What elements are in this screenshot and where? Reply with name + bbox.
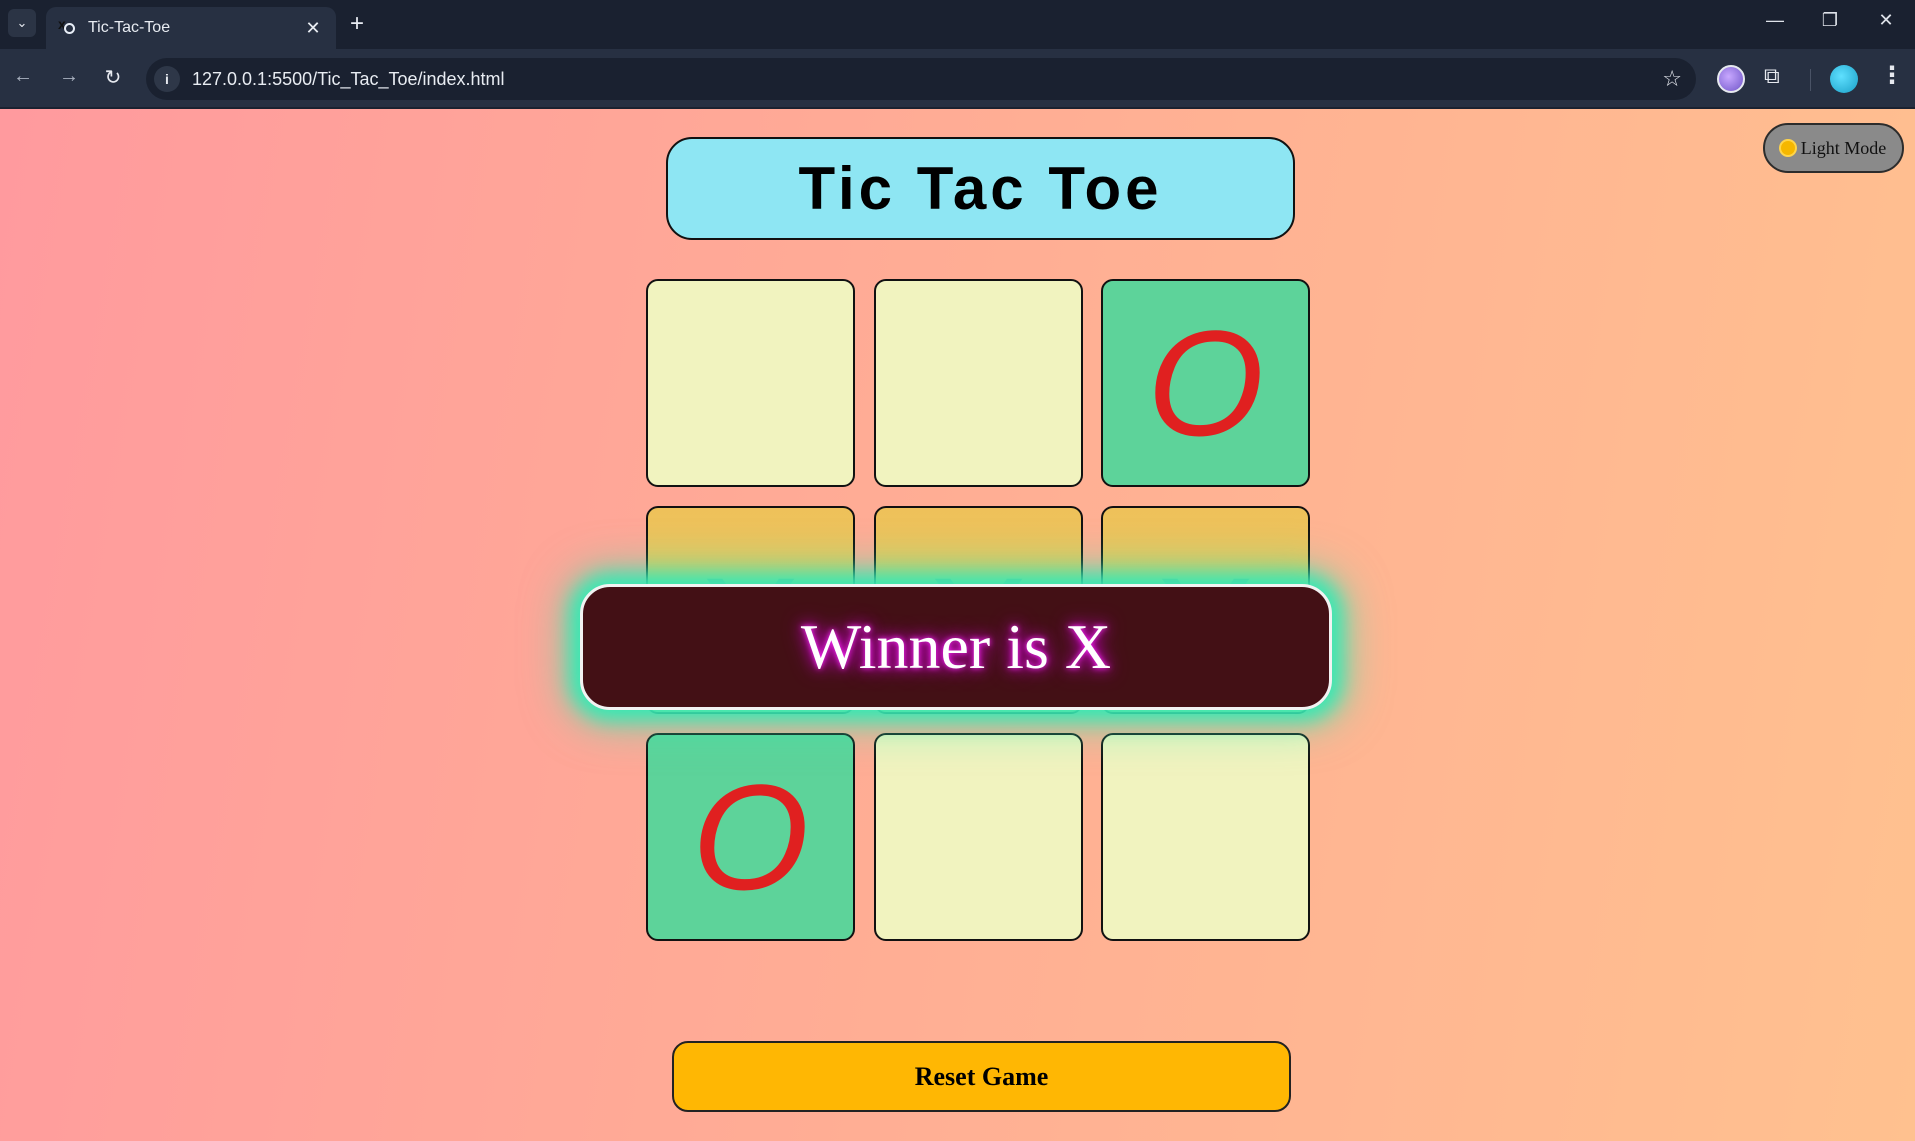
browser-tabstrip: ⌄ x Tic-Tac-Toe ✕ + — ❐ ✕ <box>0 0 1915 49</box>
board-cell-2[interactable]: O <box>1101 279 1310 487</box>
address-bar[interactable]: i 127.0.0.1:5500/Tic_Tac_Toe/index.html … <box>146 58 1696 100</box>
browser-tab[interactable]: x Tic-Tac-Toe ✕ <box>46 7 336 49</box>
tab-search-button[interactable]: ⌄ <box>8 9 36 37</box>
sun-icon <box>1780 141 1795 155</box>
toolbar-divider <box>1810 69 1811 91</box>
winner-message: Winner is X <box>800 611 1112 682</box>
reload-button[interactable]: ↻ <box>98 65 128 90</box>
minimize-button[interactable]: — <box>1755 10 1795 31</box>
tab-title: Tic-Tac-Toe <box>88 19 171 36</box>
cell-mark: O <box>692 753 809 921</box>
board-cell-0[interactable] <box>646 279 855 487</box>
board-cell-8[interactable] <box>1101 733 1310 941</box>
close-window-button[interactable]: ✕ <box>1866 10 1906 31</box>
favicon-icon: x <box>58 16 76 37</box>
winner-banner: Winner is X <box>580 584 1332 710</box>
reset-game-button[interactable]: Reset Game <box>672 1041 1291 1112</box>
page-title: Tic Tac Toe <box>798 155 1163 222</box>
new-tab-button[interactable]: + <box>350 11 364 37</box>
menu-kebab-icon[interactable]: ⋮ <box>1880 61 1904 90</box>
cell-mark: O <box>1147 299 1264 467</box>
board-cell-1[interactable] <box>874 279 1083 487</box>
board-cell-7[interactable] <box>874 733 1083 941</box>
theme-toggle-label: Light Mode <box>1800 137 1887 158</box>
browser-toolbar: ← → ↻ i 127.0.0.1:5500/Tic_Tac_Toe/index… <box>0 49 1915 108</box>
forward-button[interactable]: → <box>54 65 84 88</box>
url-text[interactable]: 127.0.0.1:5500/Tic_Tac_Toe/index.html <box>192 69 1662 90</box>
avatar[interactable] <box>1830 65 1858 93</box>
arrow-right-icon: → <box>59 65 79 87</box>
back-button[interactable]: ← <box>8 65 38 88</box>
page-viewport: Light Mode Tic Tac Toe O X X X O Winner … <box>0 109 1915 1141</box>
title-banner: Tic Tac Toe <box>666 137 1295 240</box>
site-info-icon[interactable]: i <box>154 66 180 92</box>
chevron-down-icon: ⌄ <box>16 15 28 30</box>
arrow-left-icon: ← <box>13 65 33 87</box>
bookmark-star-icon[interactable]: ☆ <box>1662 66 1682 92</box>
extensions-puzzle-icon[interactable]: ⧉ <box>1764 63 1780 89</box>
restore-button[interactable]: ❐ <box>1810 10 1850 31</box>
theme-toggle-button[interactable]: Light Mode <box>1763 123 1904 173</box>
profile-extension-icon[interactable] <box>1717 65 1745 93</box>
reload-icon: ↻ <box>104 67 122 89</box>
close-tab-icon[interactable]: ✕ <box>302 18 324 39</box>
board-cell-6[interactable]: O <box>646 733 855 941</box>
